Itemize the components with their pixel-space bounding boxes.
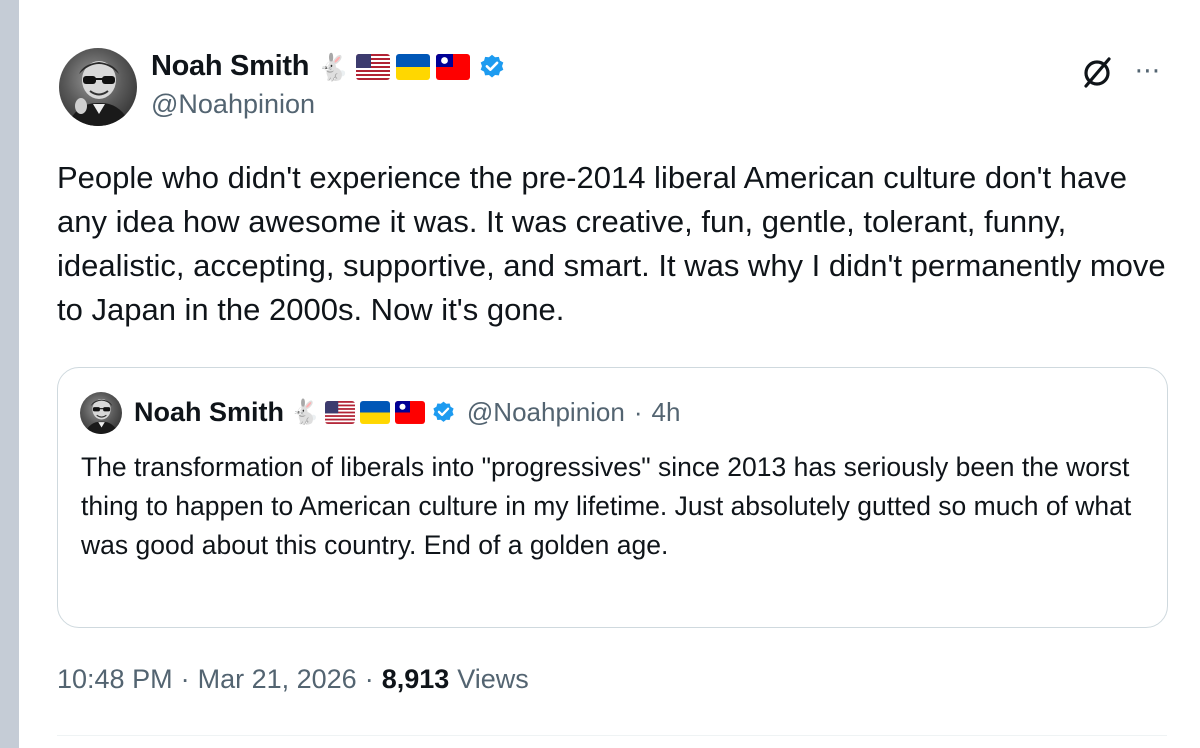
quoted-verified-badge-icon[interactable] <box>431 400 456 425</box>
meta-separator: · <box>180 664 190 694</box>
quoted-rabbit-emoji-icon: 🐇 <box>290 398 320 426</box>
divider <box>57 735 1167 736</box>
taiwan-flag-icon <box>435 53 470 80</box>
quoted-handle[interactable]: @Noahpinion <box>467 397 625 428</box>
quoted-avatar-image <box>84 399 119 434</box>
quoted-taiwan-flag-icon <box>394 401 425 424</box>
quoted-separator: · <box>633 397 643 427</box>
tweet-time[interactable]: 10:48 PM <box>57 664 173 695</box>
ukraine-flag-icon <box>395 53 430 80</box>
author-display-name[interactable]: Noah Smith <box>151 50 309 83</box>
us-flag-icon <box>355 53 390 80</box>
quoted-us-flag-icon <box>324 401 355 424</box>
views-count[interactable]: 8,913 <box>382 664 450 695</box>
avatar[interactable] <box>59 48 137 126</box>
tweet-date[interactable]: Mar 21, 2026 <box>198 664 357 695</box>
views-label[interactable]: Views <box>457 664 529 695</box>
quoted-age[interactable]: 4h <box>652 397 681 428</box>
quoted-header: Noah Smith 🐇 @Noahpinion · 4h <box>134 397 680 428</box>
author-handle[interactable]: @Noahpinion <box>151 89 315 120</box>
tweet-meta: 10:48 PM · Mar 21, 2026 · 8,913 Views <box>57 664 529 695</box>
quoted-avatar[interactable] <box>80 392 122 434</box>
tweet-text: People who didn't experience the pre-201… <box>57 160 1166 327</box>
grok-icon[interactable] <box>1077 52 1117 92</box>
verified-badge-icon[interactable] <box>478 53 506 81</box>
tweet[interactable]: Noah Smith 🐇 @Noahpinion ⋯ People who di… <box>19 0 1200 748</box>
author-name-row[interactable]: Noah Smith 🐇 <box>151 50 506 83</box>
left-border-strip <box>0 0 19 748</box>
rabbit-emoji-icon: 🐇 <box>317 51 350 82</box>
more-options-icon[interactable]: ⋯ <box>1130 52 1166 88</box>
quoted-tweet[interactable]: Noah Smith 🐇 @Noahpinion · 4h The transf… <box>57 367 1168 628</box>
avatar-image <box>67 61 131 126</box>
quoted-ukraine-flag-icon <box>359 401 390 424</box>
quoted-display-name[interactable]: Noah Smith <box>134 397 284 428</box>
quoted-tweet-text: The transformation of liberals into "pro… <box>81 452 1132 560</box>
meta-separator: · <box>364 664 374 694</box>
